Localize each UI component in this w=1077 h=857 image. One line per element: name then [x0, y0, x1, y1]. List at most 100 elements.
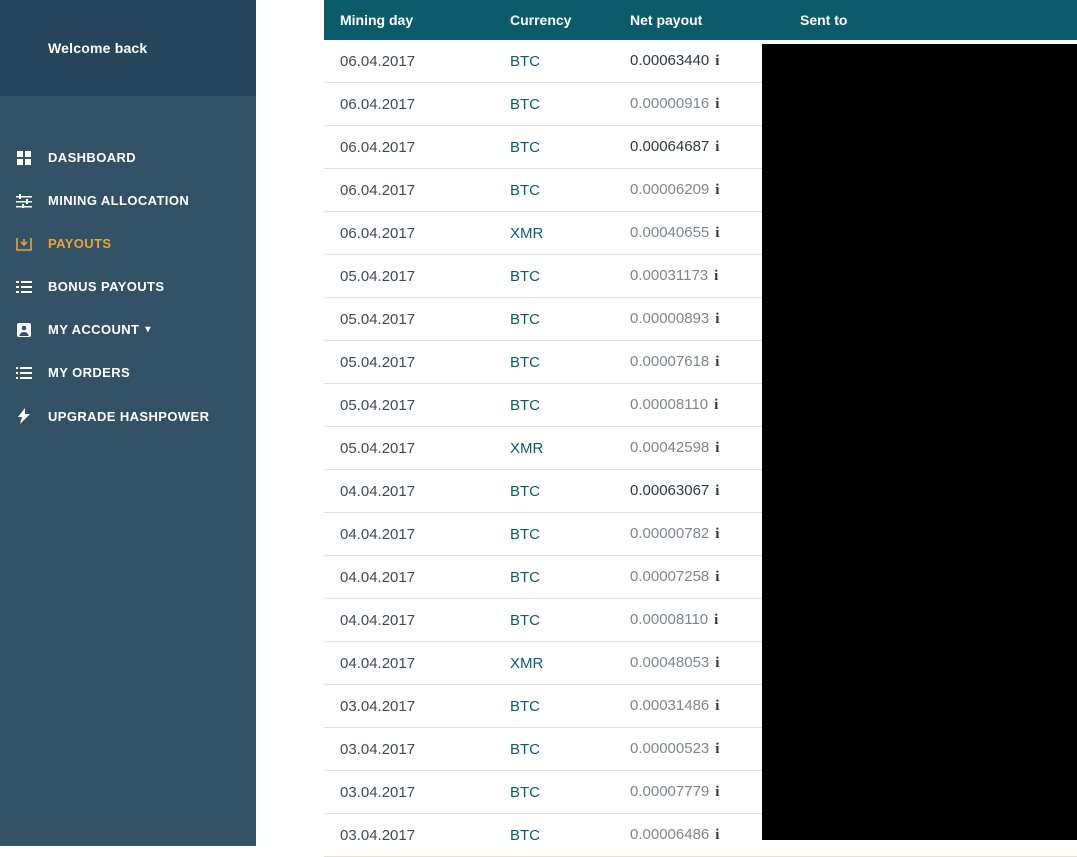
user-icon: [12, 323, 36, 337]
cell-mining-day: 03.04.2017: [324, 685, 494, 728]
sidebar: Welcome back DASHBOARDMINING ALLOCATIONP…: [0, 0, 256, 846]
cell-currency[interactable]: BTC: [494, 298, 614, 341]
sidebar-item-mining-allocation[interactable]: MINING ALLOCATION: [0, 179, 256, 222]
cell-currency[interactable]: BTC: [494, 556, 614, 599]
info-icon[interactable]: i: [715, 182, 719, 198]
info-icon[interactable]: i: [715, 784, 719, 800]
cell-mining-day: 06.04.2017: [324, 169, 494, 212]
cell-net-payout: 0.00008110i: [614, 599, 784, 642]
sidebar-item-label: UPGRADE HASHPOWER: [48, 409, 209, 424]
cell-mining-day: 04.04.2017: [324, 470, 494, 513]
cell-mining-day: 03.04.2017: [324, 771, 494, 814]
cell-currency[interactable]: BTC: [494, 40, 614, 83]
info-icon[interactable]: i: [715, 827, 719, 843]
cell-net-payout: 0.00000782i: [614, 513, 784, 556]
cell-mining-day: 04.04.2017: [324, 513, 494, 556]
info-icon[interactable]: i: [715, 698, 719, 714]
info-icon[interactable]: i: [715, 526, 719, 542]
col-mining-day[interactable]: Mining day: [324, 0, 494, 40]
info-icon[interactable]: i: [715, 440, 719, 456]
sidebar-item-label: BONUS PAYOUTS: [48, 279, 164, 294]
dashboard-icon: [12, 151, 36, 165]
cell-net-payout: 0.00008110i: [614, 384, 784, 427]
cell-mining-day: 05.04.2017: [324, 298, 494, 341]
cell-currency[interactable]: BTC: [494, 384, 614, 427]
cell-net-payout: 0.00007258i: [614, 556, 784, 599]
cell-mining-day: 05.04.2017: [324, 427, 494, 470]
info-icon[interactable]: i: [715, 354, 719, 370]
bolt-icon: [12, 408, 36, 424]
sidebar-item-dashboard[interactable]: DASHBOARD: [0, 136, 256, 179]
cell-mining-day: 04.04.2017: [324, 556, 494, 599]
cell-net-payout: 0.00000893i: [614, 298, 784, 341]
cell-currency[interactable]: BTC: [494, 685, 614, 728]
sidebar-item-my-orders[interactable]: MY ORDERS: [0, 351, 256, 394]
cell-currency[interactable]: BTC: [494, 83, 614, 126]
sidebar-item-label: MY ACCOUNT: [48, 322, 139, 337]
info-icon[interactable]: i: [714, 397, 718, 413]
sidebar-item-label: DASHBOARD: [48, 150, 136, 165]
cell-currency[interactable]: BTC: [494, 341, 614, 384]
cell-net-payout: 0.00007779i: [614, 771, 784, 814]
cell-mining-day: 03.04.2017: [324, 814, 494, 857]
cell-net-payout: 0.00000523i: [614, 728, 784, 771]
cell-mining-day: 06.04.2017: [324, 83, 494, 126]
download-box-icon: [12, 237, 36, 251]
nav: DASHBOARD MINING ALLOCATION PAYOUTS BONUS P…: [0, 96, 256, 438]
sidebar-item-my-account[interactable]: MY ACCOUNT ▾: [0, 308, 256, 351]
cell-mining-day: 05.04.2017: [324, 255, 494, 298]
cell-net-payout: 0.00040655i: [614, 212, 784, 255]
col-currency[interactable]: Currency: [494, 0, 614, 40]
info-icon[interactable]: i: [715, 53, 719, 69]
info-icon[interactable]: i: [714, 612, 718, 628]
content: Mining day Currency Net payout Sent to 0…: [256, 0, 1077, 846]
cell-net-payout: 0.00064687i: [614, 126, 784, 169]
cell-net-payout: 0.00000916i: [614, 83, 784, 126]
cell-mining-day: 03.04.2017: [324, 728, 494, 771]
cell-currency[interactable]: BTC: [494, 814, 614, 857]
cell-net-payout: 0.00063067i: [614, 470, 784, 513]
cell-currency[interactable]: XMR: [494, 642, 614, 685]
cell-mining-day: 04.04.2017: [324, 599, 494, 642]
chevron-down-icon: ▾: [145, 324, 150, 335]
sidebar-item-label: MINING ALLOCATION: [48, 193, 189, 208]
cell-net-payout: 0.00031173i: [614, 255, 784, 298]
info-icon[interactable]: i: [715, 655, 719, 671]
cell-currency[interactable]: XMR: [494, 212, 614, 255]
cell-currency[interactable]: BTC: [494, 169, 614, 212]
cell-net-payout: 0.00048053i: [614, 642, 784, 685]
cell-mining-day: 05.04.2017: [324, 341, 494, 384]
sidebar-item-label: PAYOUTS: [48, 236, 111, 251]
col-net-payout[interactable]: Net payout: [614, 0, 784, 40]
cell-currency[interactable]: BTC: [494, 513, 614, 556]
cell-currency[interactable]: BTC: [494, 255, 614, 298]
sliders-icon: [12, 194, 36, 208]
cell-net-payout: 0.00007618i: [614, 341, 784, 384]
cell-currency[interactable]: XMR: [494, 427, 614, 470]
sidebar-item-bonus-payouts[interactable]: BONUS PAYOUTS: [0, 265, 256, 308]
cell-net-payout: 0.00042598i: [614, 427, 784, 470]
cell-net-payout: 0.00006486i: [614, 814, 784, 857]
cell-mining-day: 04.04.2017: [324, 642, 494, 685]
cell-mining-day: 06.04.2017: [324, 40, 494, 83]
col-sent-to[interactable]: Sent to: [784, 0, 1077, 40]
sidebar-item-payouts[interactable]: PAYOUTS: [0, 222, 256, 265]
cell-currency[interactable]: BTC: [494, 728, 614, 771]
cell-mining-day: 06.04.2017: [324, 126, 494, 169]
info-icon[interactable]: i: [715, 483, 719, 499]
info-icon[interactable]: i: [715, 225, 719, 241]
lines-icon: [12, 366, 36, 380]
redacted-sent-to-block: [762, 44, 1077, 840]
cell-currency[interactable]: BTC: [494, 771, 614, 814]
info-icon[interactable]: i: [715, 741, 719, 757]
sidebar-item-upgrade-hashpower[interactable]: UPGRADE HASHPOWER: [0, 394, 256, 438]
cell-currency[interactable]: BTC: [494, 126, 614, 169]
info-icon[interactable]: i: [715, 569, 719, 585]
sidebar-item-label: MY ORDERS: [48, 365, 130, 380]
info-icon[interactable]: i: [715, 139, 719, 155]
info-icon[interactable]: i: [714, 268, 718, 284]
cell-currency[interactable]: BTC: [494, 599, 614, 642]
info-icon[interactable]: i: [715, 96, 719, 112]
cell-currency[interactable]: BTC: [494, 470, 614, 513]
info-icon[interactable]: i: [715, 311, 719, 327]
